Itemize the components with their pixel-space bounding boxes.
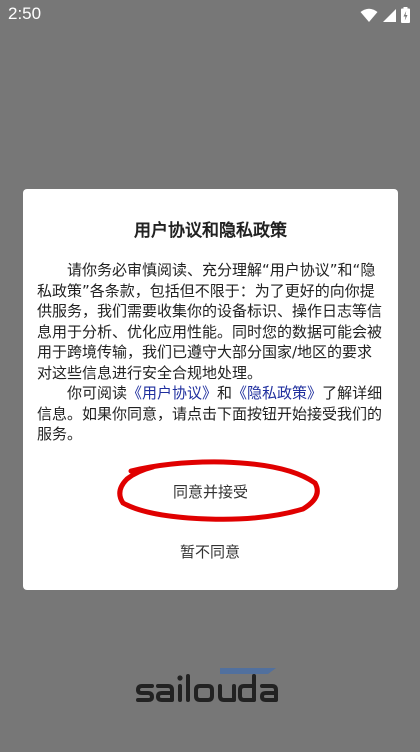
dialog-paragraph-links: 你可阅读《用户协议》和《隐私政策》了解详细信息。如果你同意，请点击下面按钮开始接…	[37, 383, 386, 445]
dialog-title: 用户协议和隐私政策	[134, 221, 287, 241]
user-agreement-link[interactable]: 《用户协议》	[127, 384, 217, 402]
status-icons	[360, 6, 410, 24]
decline-button[interactable]: 暂不同意	[135, 529, 285, 573]
sailoua-logo	[136, 668, 278, 702]
status-bar: 2:50	[0, 0, 420, 30]
battery-icon	[401, 7, 410, 23]
signal-icon	[382, 8, 397, 23]
privacy-policy-link[interactable]: 《隐私政策》	[232, 384, 322, 402]
status-time: 2:50	[8, 4, 42, 23]
paragraph-prefix-text: 你可阅读	[67, 384, 128, 402]
privacy-dialog: 用户协议和隐私政策 请你务必审慎阅读、充分理解“用户协议”和“隐私政策”各条款，…	[23, 189, 398, 590]
accept-button[interactable]: 同意并接受	[118, 469, 303, 513]
paragraph-and-text: 和	[217, 384, 233, 402]
dialog-body: 请你务必审慎阅读、充分理解“用户协议”和“隐私政策”各条款，包括但不限于：为了更…	[37, 260, 386, 445]
dialog-paragraph-terms: 请你务必审慎阅读、充分理解“用户协议”和“隐私政策”各条款，包括但不限于：为了更…	[37, 261, 383, 382]
wifi-icon	[360, 8, 378, 23]
